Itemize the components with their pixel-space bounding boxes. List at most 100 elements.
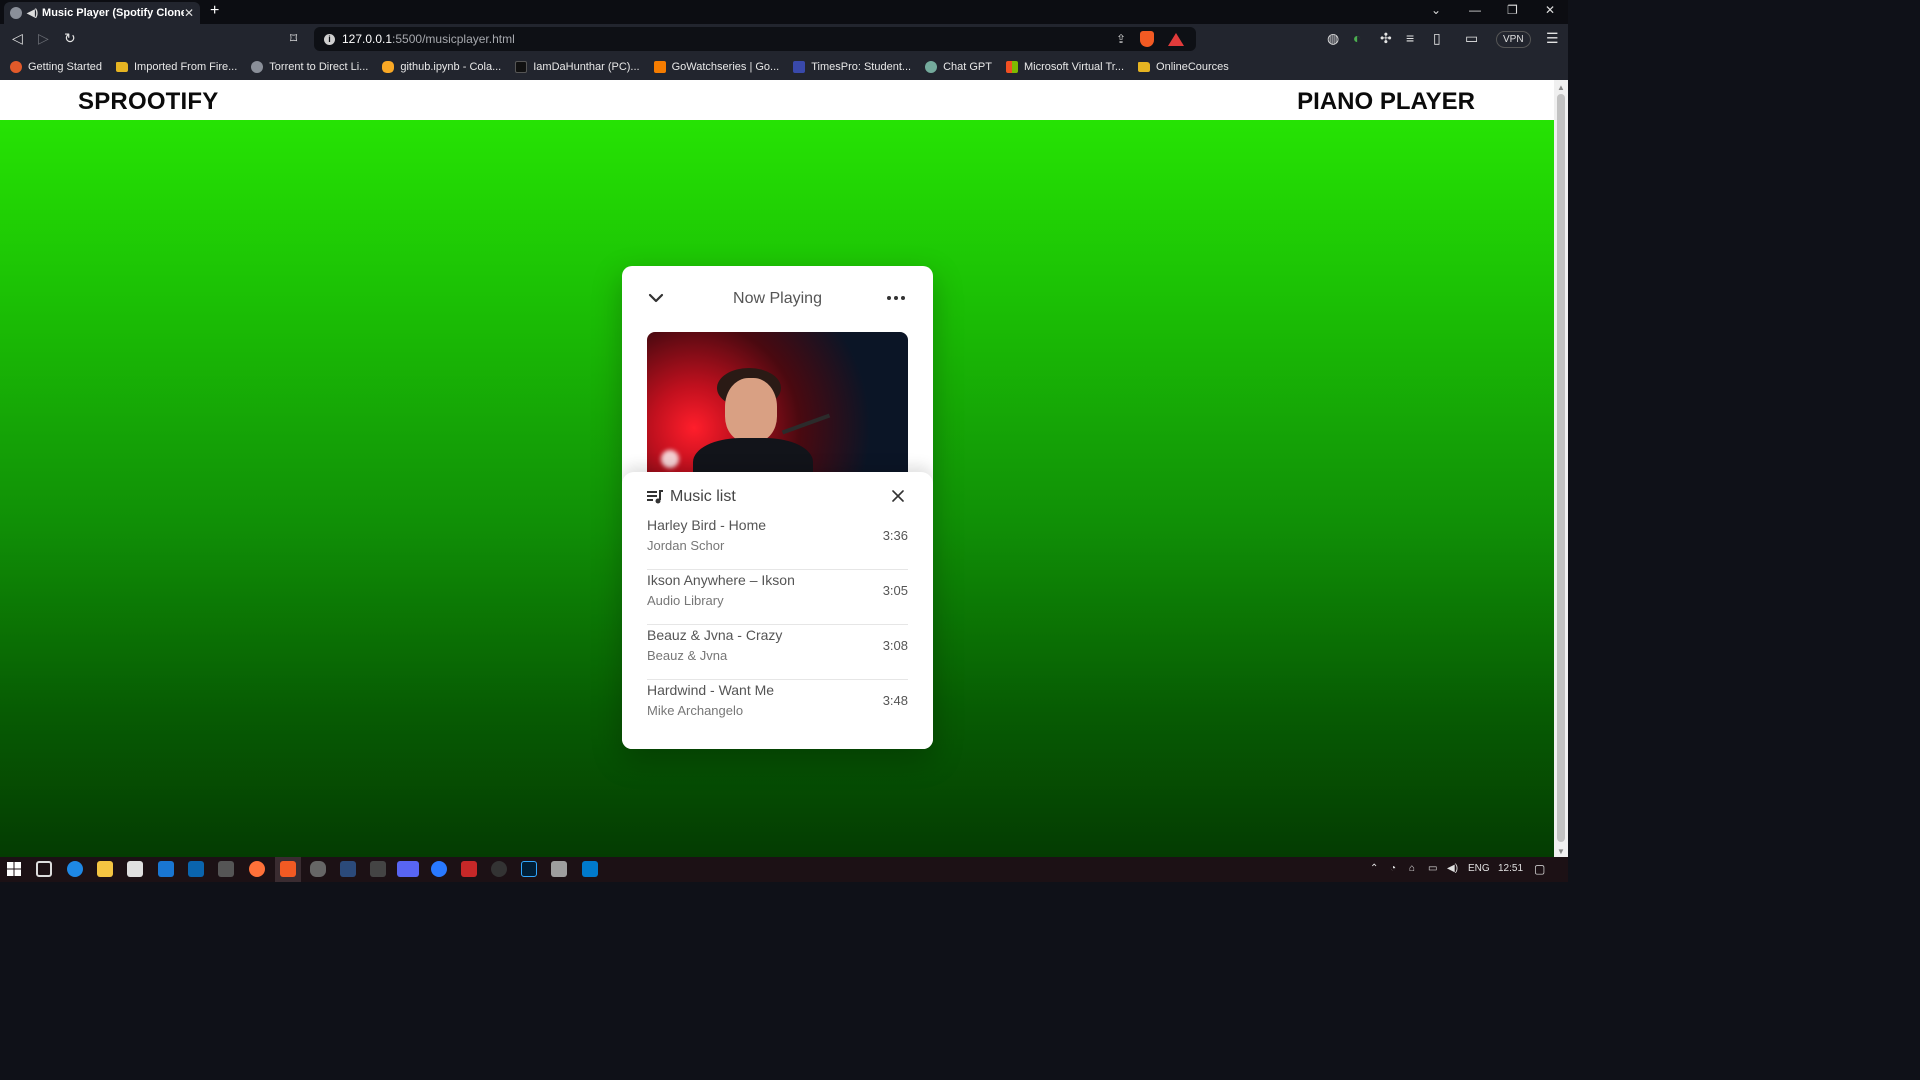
track-name: Ikson Anywhere – Ikson <box>647 572 795 588</box>
nav-link-piano-player[interactable]: PIANO PLAYER <box>1297 88 1475 116</box>
site-favicon-icon <box>10 7 22 19</box>
app-icon[interactable] <box>218 861 234 877</box>
vscode-icon[interactable] <box>582 861 598 877</box>
new-tab-button[interactable]: + <box>210 2 219 20</box>
file-explorer-icon[interactable] <box>97 861 113 877</box>
bookmark-item[interactable]: Torrent to Direct Li... <box>251 61 368 73</box>
brave-shields-icon[interactable] <box>1140 31 1154 47</box>
track-name: Beauz & Jvna - Crazy <box>647 627 783 643</box>
track-row[interactable]: Harley Bird - Home Jordan Schor 3:36 <box>647 515 908 570</box>
audio-playing-icon[interactable]: ◀) <box>27 8 38 19</box>
discord-icon[interactable] <box>397 861 419 877</box>
edge-icon[interactable] <box>67 861 83 877</box>
cover-light-flare <box>661 450 679 468</box>
music-list-panel: Music list Harley Bird - Home Jordan Sch… <box>622 472 933 749</box>
restore-icon[interactable]: ❐ <box>1507 3 1518 17</box>
bookmark-page-icon[interactable]: ⌑ <box>290 30 297 47</box>
track-row[interactable]: Ikson Anywhere – Ikson Audio Library 3:0… <box>647 570 908 625</box>
sidebar-icon[interactable]: ▯ <box>1433 30 1441 47</box>
outlook-icon[interactable] <box>188 861 204 877</box>
brave-rewards-icon[interactable] <box>1168 32 1184 46</box>
close-window-icon[interactable]: ✕ <box>1545 3 1555 17</box>
extensions-puzzle-icon[interactable]: ✣ <box>1380 30 1392 47</box>
windows-start-icon[interactable] <box>6 861 22 877</box>
playlist-icon[interactable]: ≡ <box>1406 30 1414 46</box>
clock[interactable]: 12:51 <box>1498 863 1523 874</box>
app-icon[interactable] <box>431 861 447 877</box>
language-indicator[interactable]: ENG <box>1468 863 1490 874</box>
menu-icon[interactable]: ☰ <box>1546 30 1559 47</box>
scroll-up-arrow-icon[interactable]: ▲ <box>1557 83 1565 92</box>
github-desktop-icon[interactable] <box>491 861 507 877</box>
back-icon[interactable]: ◁ <box>12 30 23 47</box>
more-options-icon[interactable] <box>887 296 905 300</box>
gowatch-icon <box>653 61 666 73</box>
task-view-icon[interactable] <box>36 861 52 877</box>
firefox-icon <box>10 61 22 73</box>
bookmark-item[interactable]: Chat GPT <box>925 61 992 73</box>
url-host: 127.0.0.1 <box>342 32 393 46</box>
bookmarks-bar: Getting Started Imported From Fire... To… <box>0 54 1568 80</box>
page-viewport: SPROOTIFY PIANO PLAYER Now Playing Music… <box>0 80 1554 857</box>
tab-search-icon[interactable]: ⌄ <box>1431 3 1441 17</box>
scroll-thumb[interactable] <box>1557 94 1565 842</box>
vpn-button[interactable]: VPN <box>1496 31 1531 48</box>
browser-toolbar: ◁ ▷ ↻ ⌑ i 127.0.0.1 :5500/musicplayer.ht… <box>0 24 1568 54</box>
site-logo[interactable]: SPROOTIFY <box>78 88 218 116</box>
wallet-icon[interactable]: ▭ <box>1465 30 1478 47</box>
bookmark-item[interactable]: TimesPro: Student... <box>793 61 911 73</box>
firefox-taskbar-icon[interactable] <box>249 861 265 877</box>
close-icon[interactable] <box>892 490 904 502</box>
volume-icon[interactable]: ◀) <box>1447 863 1458 874</box>
share-icon[interactable]: ⇪ <box>1116 32 1126 46</box>
cover-face <box>725 378 777 442</box>
track-name: Hardwind - Want Me <box>647 682 775 698</box>
site-info-icon[interactable]: i <box>324 33 335 45</box>
bookmark-item[interactable]: IamDaHunthar (PC)... <box>515 61 640 73</box>
store-icon[interactable] <box>127 861 143 877</box>
windows-taskbar: ⌃ ◔ ⌂ ▭ ◀) ENG 12:51 ▢ <box>0 857 1568 882</box>
show-hidden-icons-icon[interactable]: ⌃ <box>1370 863 1378 874</box>
folder-icon <box>1138 62 1151 72</box>
network-icon[interactable]: ◔ <box>1390 863 1396 874</box>
bookmark-item[interactable]: Microsoft Virtual Tr... <box>1005 61 1124 73</box>
chatgpt-icon <box>925 61 938 73</box>
queue-music-icon <box>647 490 663 504</box>
browser-tab[interactable]: ◀) Music Player (Spotify Clone) ✕ <box>4 2 200 24</box>
mouse-app-icon[interactable] <box>310 861 326 877</box>
dot <box>894 296 898 300</box>
brave-taskbar-icon[interactable] <box>280 861 296 877</box>
colab-icon <box>382 61 395 73</box>
notifications-icon[interactable]: ▢ <box>1534 862 1545 876</box>
bookmark-item[interactable]: Imported From Fire... <box>116 61 237 73</box>
timespro-icon <box>793 61 806 73</box>
app-icon[interactable] <box>551 861 567 877</box>
music-list-title: Music list <box>670 488 736 505</box>
battery-icon[interactable]: ▭ <box>1428 863 1437 874</box>
track-row[interactable]: Beauz & Jvna - Crazy Beauz & Jvna 3:08 <box>647 625 908 680</box>
album-cover-image <box>647 332 908 492</box>
track-row[interactable]: Hardwind - Want Me Mike Archangelo 3:48 <box>647 680 908 735</box>
cover-microphone <box>781 413 831 435</box>
url-path: :5500/musicplayer.html <box>392 32 515 46</box>
scroll-down-arrow-icon[interactable]: ▼ <box>1557 847 1565 856</box>
mail-icon[interactable] <box>158 861 174 877</box>
address-bar[interactable]: i 127.0.0.1 :5500/musicplayer.html ⇪ <box>314 27 1196 51</box>
app-icon[interactable] <box>370 861 386 877</box>
bookmark-item[interactable]: GoWatchseries | Go... <box>653 61 779 73</box>
tab-title: Music Player (Spotify Clone) <box>42 7 184 19</box>
onedrive-icon[interactable]: ⌂ <box>1409 863 1415 874</box>
bookmark-item[interactable]: OnlineCources <box>1138 61 1229 73</box>
photoshop-icon[interactable] <box>521 861 537 877</box>
app-icon[interactable] <box>340 861 356 877</box>
bookmark-item[interactable]: Getting Started <box>10 61 102 73</box>
angular-icon[interactable] <box>461 861 477 877</box>
extension-icon[interactable]: ◐ <box>1353 30 1361 46</box>
page-scrollbar[interactable]: ▲ ▼ <box>1554 80 1568 857</box>
reload-icon[interactable]: ↻ <box>64 30 76 47</box>
forward-icon[interactable]: ▷ <box>38 30 49 47</box>
minimize-icon[interactable]: — <box>1469 3 1481 17</box>
tab-close-icon[interactable]: ✕ <box>184 6 194 20</box>
bookmark-item[interactable]: github.ipynb - Cola... <box>382 61 501 73</box>
translate-globe-icon[interactable]: ◍ <box>1327 30 1339 47</box>
